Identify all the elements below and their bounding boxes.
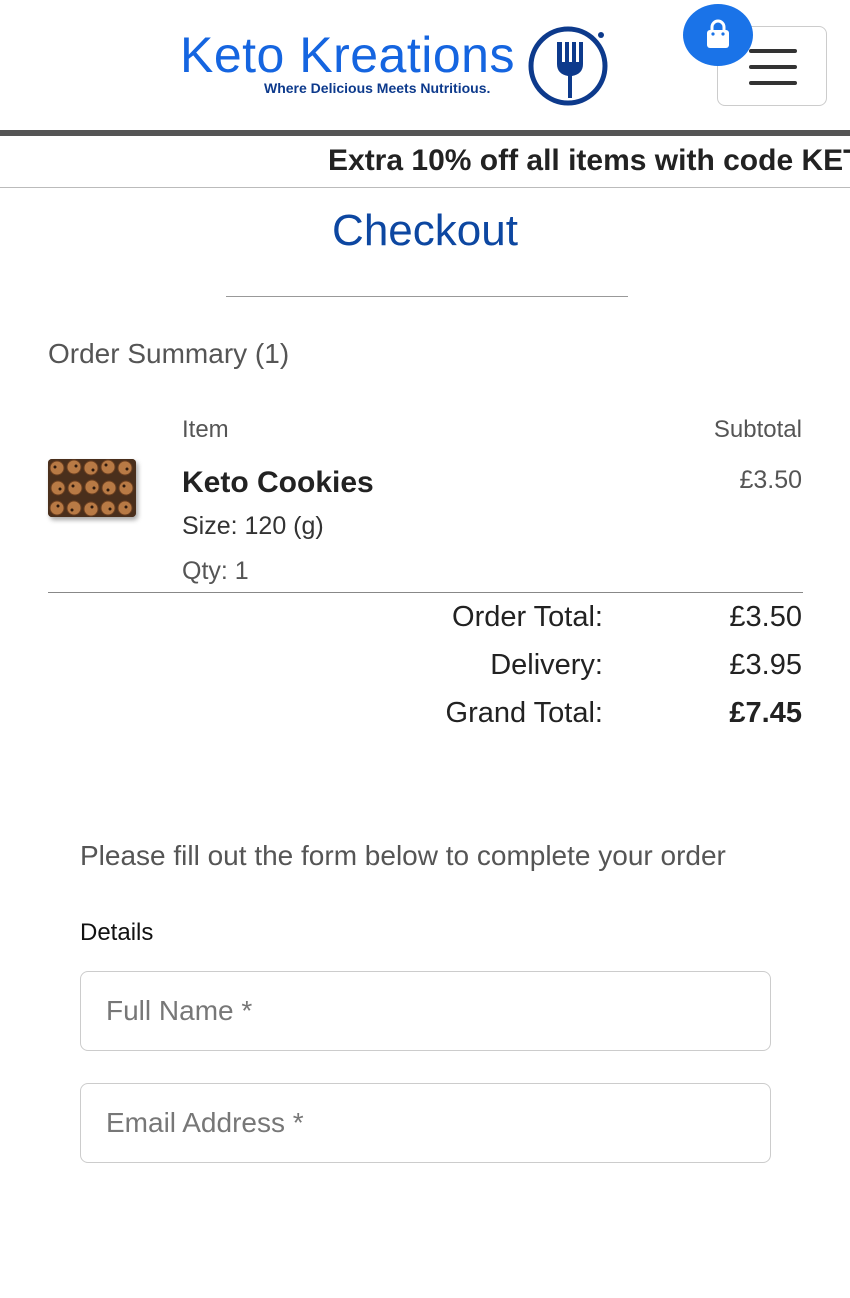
item-subtotal: £3.50 xyxy=(739,466,802,494)
item-quantity: Qty: 1 xyxy=(182,557,249,585)
fork-logo-icon xyxy=(528,26,608,106)
delivery-label: Delivery: xyxy=(490,649,603,681)
hamburger-menu-icon xyxy=(749,65,797,69)
summary-divider xyxy=(48,592,803,593)
grand-total-value: £7.45 xyxy=(729,697,802,729)
site-logo[interactable]: Keto Kreations Where Delicious Meets Nut… xyxy=(180,22,620,112)
delivery-value: £3.95 xyxy=(729,649,802,681)
page-title: Checkout xyxy=(332,206,518,255)
hamburger-menu-icon xyxy=(749,81,797,85)
shopping-bag-button[interactable] xyxy=(683,4,753,66)
order-summary-heading: Order Summary (1) xyxy=(48,338,290,369)
shopping-bag-icon xyxy=(707,19,729,48)
item-size: Size: 120 (g) xyxy=(182,512,324,540)
item-column-header: Item xyxy=(182,416,229,443)
order-total-label: Order Total: xyxy=(452,601,603,633)
full-name-input[interactable] xyxy=(80,971,771,1051)
site-header: Keto Kreations Where Delicious Meets Nut… xyxy=(0,0,850,132)
item-name: Keto Cookies xyxy=(182,466,374,499)
form-intro-text: Please fill out the form below to comple… xyxy=(80,840,726,871)
hamburger-menu-icon xyxy=(749,49,797,53)
logo-tagline: Where Delicious Meets Nutritious. xyxy=(264,80,491,96)
grand-total-label: Grand Total: xyxy=(445,697,603,729)
details-section-label: Details xyxy=(80,919,154,946)
order-total-value: £3.50 xyxy=(729,601,802,633)
cookies-thumbnail xyxy=(48,459,136,517)
email-address-input[interactable] xyxy=(80,1083,771,1163)
subtotal-column-header: Subtotal xyxy=(713,416,802,443)
logo-title: Keto Kreations xyxy=(180,27,515,83)
promo-banner: Extra 10% off all items with code KETO xyxy=(0,136,850,188)
promo-banner-text: Extra 10% off all items with code KETO xyxy=(328,144,850,177)
title-divider xyxy=(226,296,628,297)
